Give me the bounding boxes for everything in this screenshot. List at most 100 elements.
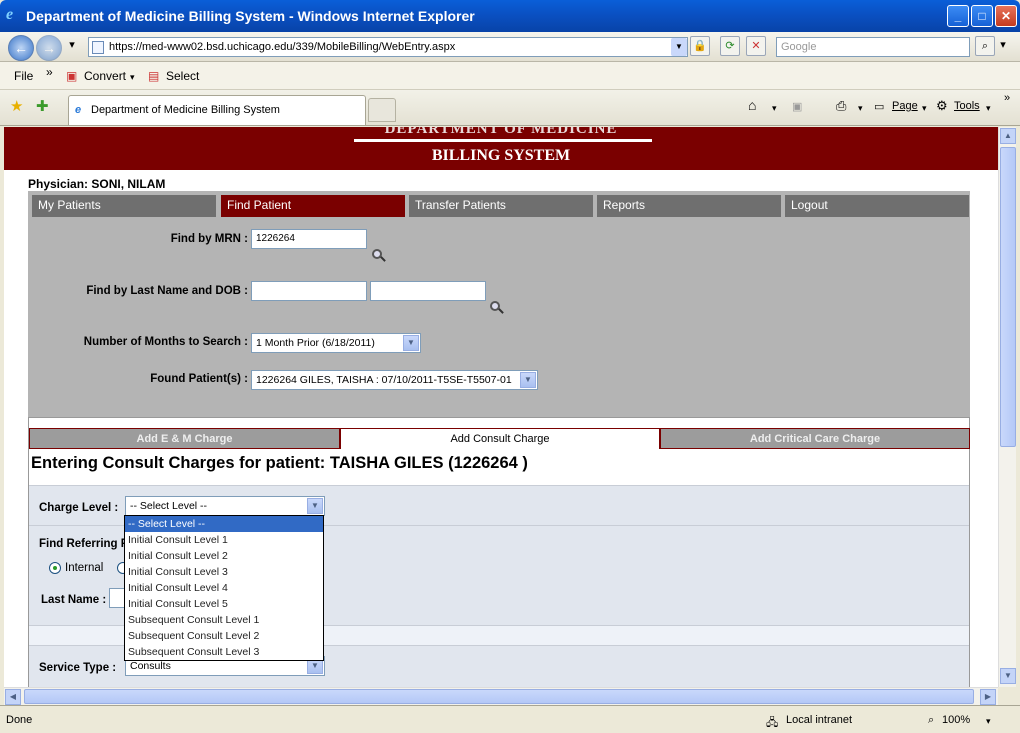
browser-tab-label: Department of Medicine Billing System	[91, 104, 280, 116]
charge-level-select[interactable]: -- Select Level -- ▼	[125, 496, 325, 516]
scroll-down-icon[interactable]: ▼	[1000, 668, 1016, 684]
months-select-value: 1 Month Prior (6/18/2011)	[256, 337, 375, 349]
home-icon[interactable]: ⌂	[748, 97, 756, 113]
search-icon[interactable]: ⌕	[975, 36, 995, 56]
vertical-scrollbar[interactable]: ▲ ▼	[998, 127, 1016, 687]
horizontal-scrollbar[interactable]: ◀ ▶	[4, 687, 998, 705]
toolbar-chevron-icon[interactable]: »	[1004, 92, 1010, 104]
found-patients-label: Found Patient(s) :	[150, 373, 248, 385]
vertical-scroll-thumb[interactable]	[1000, 147, 1016, 447]
home-dropdown-icon[interactable]: ▾	[772, 103, 777, 114]
menu-select[interactable]: Select	[166, 69, 199, 83]
search-input[interactable]: Google	[776, 37, 970, 57]
browser-tab[interactable]: e Department of Medicine Billing System	[68, 95, 366, 125]
chevron-down-icon[interactable]: ▼	[520, 372, 536, 388]
dropdown-option[interactable]: -- Select Level --	[125, 516, 323, 532]
address-bar[interactable]: https://med-www02.bsd.uchicago.edu/339/M…	[88, 37, 688, 57]
page-title: Entering Consult Charges for patient: TA…	[31, 454, 528, 472]
forward-button[interactable]: →	[36, 35, 62, 61]
zoom-level[interactable]: 100%	[942, 714, 970, 726]
status-bar: Done 🖧 Local intranet ⌕ 100% ▾	[0, 705, 1020, 733]
tab-add-consult-charge[interactable]: Add Consult Charge	[340, 428, 660, 449]
tab-add-critical-care-charge[interactable]: Add Critical Care Charge	[660, 428, 970, 449]
address-dropdown[interactable]: ▼	[671, 38, 687, 56]
physician-name: Physician: SONI, NILAM	[28, 177, 166, 191]
name-dob-label: Find by Last Name and DOB :	[86, 285, 248, 297]
page-icon	[92, 41, 104, 54]
nav-my-patients[interactable]: My Patients	[32, 195, 216, 217]
favorites-star-icon[interactable]: ★	[10, 97, 23, 115]
refresh-icon[interactable]: ⟳	[720, 36, 740, 56]
select-icon: ▤	[148, 69, 160, 83]
feeds-icon[interactable]: ▣	[792, 100, 802, 113]
recent-pages-dropdown[interactable]: ▾	[62, 36, 82, 56]
charge-level-dropdown-list: -- Select Level -- Initial Consult Level…	[124, 515, 324, 661]
banner-divider	[354, 139, 652, 142]
tab-bar: ★ ✚ e Department of Medicine Billing Sys…	[0, 90, 1020, 126]
menu-convert[interactable]: Convert	[84, 69, 126, 83]
add-favorites-icon[interactable]: ✚	[36, 97, 49, 115]
zoom-dropdown-icon[interactable]: ▾	[986, 716, 991, 727]
window-title: Department of Medicine Billing System - …	[26, 8, 475, 24]
horizontal-scroll-thumb[interactable]	[24, 689, 974, 704]
menu-file[interactable]: File	[14, 69, 33, 83]
dropdown-option[interactable]: Subsequent Consult Level 2	[125, 628, 323, 644]
months-select[interactable]: 1 Month Prior (6/18/2011) ▼	[251, 333, 421, 353]
scroll-right-icon[interactable]: ▶	[980, 689, 996, 705]
tools-dropdown-icon[interactable]: ▾	[986, 103, 991, 114]
lock-icon[interactable]: 🔒	[690, 36, 710, 56]
tab-ie-icon: e	[75, 104, 82, 116]
close-button[interactable]: ✕	[995, 5, 1017, 27]
page-banner: DEPARTMENT OF MEDICINE BILLING SYSTEM	[4, 127, 998, 170]
zoom-icon: ⌕	[928, 714, 935, 726]
nav-transfer-patients[interactable]: Transfer Patients	[409, 195, 593, 217]
page-icon-cmd: ▭	[874, 101, 885, 113]
service-type-value: Consults	[130, 660, 171, 672]
window-title-bar: e Department of Medicine Billing System …	[0, 0, 1020, 32]
dropdown-option[interactable]: Subsequent Consult Level 3	[125, 644, 323, 660]
page-dropdown-icon[interactable]: ▾	[922, 103, 927, 114]
dropdown-option[interactable]: Subsequent Consult Level 1	[125, 612, 323, 628]
ie-logo-icon: e	[6, 6, 14, 23]
tools-menu[interactable]: Tools	[954, 100, 980, 112]
months-label: Number of Months to Search :	[83, 336, 248, 348]
back-button[interactable]: ←	[8, 35, 34, 61]
stop-icon[interactable]: ✕	[746, 36, 766, 56]
minimize-button[interactable]: _	[947, 5, 969, 27]
charge-level-label: Charge Level :	[39, 502, 119, 514]
chevron-down-icon[interactable]: ▼	[403, 335, 419, 351]
address-toolbar: ← → ▾ https://med-www02.bsd.uchicago.edu…	[0, 32, 1020, 62]
intranet-icon: 🖧	[766, 717, 779, 729]
mrn-label: Find by MRN :	[170, 233, 248, 245]
dropdown-option[interactable]: Initial Consult Level 3	[125, 564, 323, 580]
service-type-label: Service Type :	[39, 662, 117, 674]
name-dob-search-icon[interactable]	[490, 301, 504, 315]
dropdown-option[interactable]: Initial Consult Level 4	[125, 580, 323, 596]
print-dropdown-icon[interactable]: ▾	[858, 103, 863, 114]
convert-dropdown-icon[interactable]: ▾	[130, 72, 135, 83]
internal-radio[interactable]	[49, 562, 61, 574]
dropdown-option[interactable]: Initial Consult Level 2	[125, 548, 323, 564]
last-name-input[interactable]	[251, 281, 367, 301]
maximize-button[interactable]: □	[971, 5, 993, 27]
scroll-up-icon[interactable]: ▲	[1000, 128, 1016, 144]
tab-add-em-charge[interactable]: Add E & M Charge	[29, 428, 340, 449]
dropdown-option[interactable]: Initial Consult Level 5	[125, 596, 323, 612]
chevron-down-icon[interactable]: ▼	[307, 498, 323, 514]
search-options-dropdown[interactable]: ▾	[996, 36, 1010, 56]
page-menu[interactable]: Page	[892, 100, 918, 112]
print-icon[interactable]: ⎙	[836, 98, 846, 114]
zone-label: Local intranet	[786, 714, 853, 726]
new-tab-button[interactable]	[368, 98, 396, 122]
nav-find-patient[interactable]: Find Patient	[221, 195, 405, 217]
nav-logout[interactable]: Logout	[785, 195, 969, 217]
dob-input[interactable]	[370, 281, 486, 301]
menu-chevron[interactable]: »	[46, 65, 53, 79]
nav-reports[interactable]: Reports	[597, 195, 781, 217]
scroll-left-icon[interactable]: ◀	[5, 689, 21, 705]
charge-level-value: -- Select Level --	[130, 500, 208, 512]
mrn-search-icon[interactable]	[372, 249, 386, 263]
found-patients-select[interactable]: 1226264 GILES, TAISHA : 07/10/2011-T5SE-…	[251, 370, 538, 390]
dropdown-option[interactable]: Initial Consult Level 1	[125, 532, 323, 548]
mrn-input[interactable]: 1226264	[251, 229, 367, 249]
